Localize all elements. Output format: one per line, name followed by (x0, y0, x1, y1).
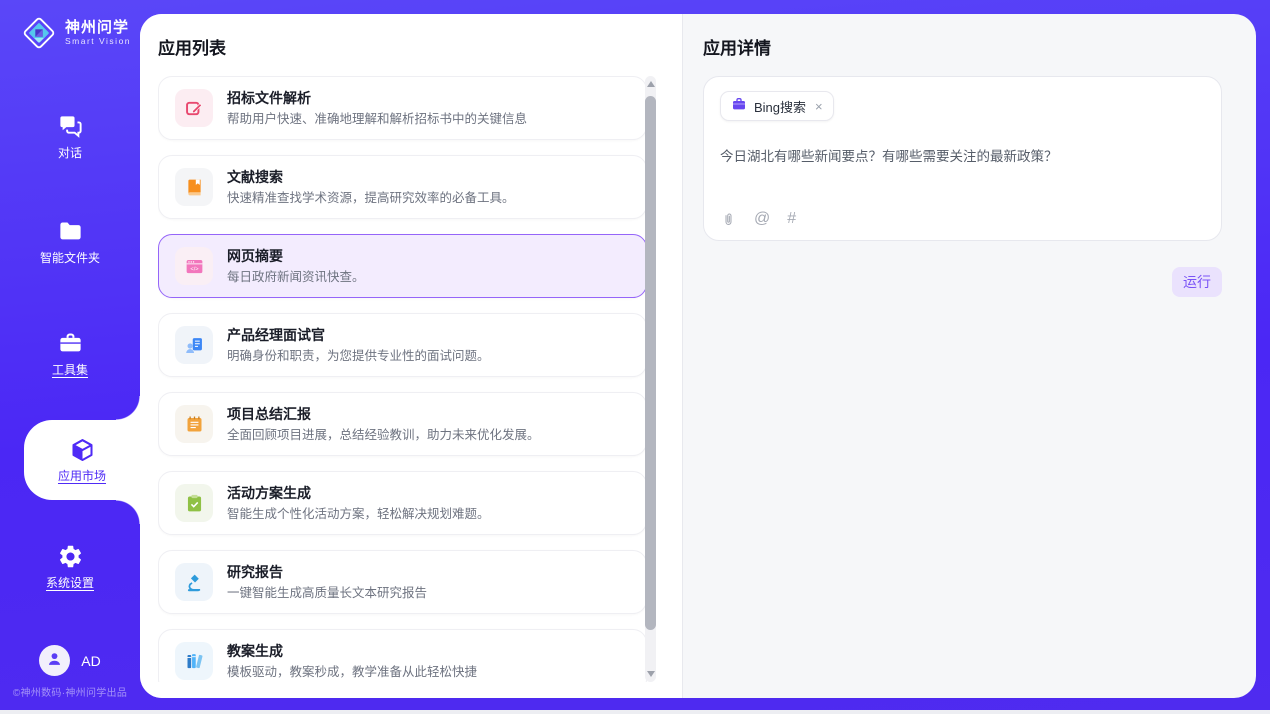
app-list-panel: 应用列表 招标文件解析帮助用户快速、准确地理解和解析招标书中的关键信息文献搜索快… (140, 14, 683, 698)
app-description: 快速精准查找学术资源，提高研究效率的必备工具。 (227, 191, 515, 206)
sidebar-item-label: 工具集 (52, 363, 88, 377)
note-icon (175, 405, 213, 443)
brand-diamond-icon (20, 14, 58, 52)
app-title: 产品经理面试官 (227, 327, 490, 344)
prompt-card: Bing搜索 × 今日湖北有哪些新闻要点？有哪些需要关注的最新政策？ @# (703, 76, 1222, 241)
doc-edit-icon (175, 89, 213, 127)
app-description: 全面回顾项目进展，总结经验教训，助力未来优化发展。 (227, 428, 540, 443)
app-card-clipboard[interactable]: 活动方案生成智能生成个性化活动方案，轻松解决规划难题。 (158, 471, 647, 535)
microscope-icon (175, 563, 213, 601)
user-icon (45, 649, 64, 673)
app-list-title: 应用列表 (158, 38, 682, 60)
app-title: 教案生成 (227, 643, 477, 660)
prompt-text[interactable]: 今日湖北有哪些新闻要点？有哪些需要关注的最新政策？ (720, 147, 1205, 166)
books-icon (175, 642, 213, 680)
interviewer-icon (175, 326, 213, 364)
app-card-microscope[interactable]: 研究报告一键智能生成高质量长文本研究报告 (158, 550, 647, 614)
app-title: 招标文件解析 (227, 90, 527, 107)
scroll-up-icon[interactable] (647, 81, 655, 87)
app-detail-panel: 应用详情 Bing搜索 × 今日湖北有哪些新闻要点？有哪些需要关注的最新政策？ … (683, 14, 1256, 698)
attachment-icon[interactable] (720, 211, 737, 228)
scroll-down-icon[interactable] (647, 671, 655, 677)
app-description: 每日政府新闻资讯快查。 (227, 270, 365, 285)
brand-subtitle: Smart Vision (65, 36, 131, 47)
brand-name: 神州问学 (65, 19, 131, 36)
app-title: 文献搜索 (227, 169, 515, 186)
app-card-webpage[interactable]: </> 网页摘要每日政府新闻资讯快查。 (158, 234, 647, 298)
gear-icon (57, 543, 84, 570)
copyright: ©神州数码·神州问学出品 (0, 684, 140, 699)
sidebar: 神州问学 Smart Vision 对话智能文件夹工具集应用市场系统设置 AD … (0, 0, 140, 710)
app-list: 招标文件解析帮助用户快速、准确地理解和解析招标书中的关键信息文献搜索快速精准查找… (158, 76, 647, 682)
sidebar-item-label: 应用市场 (58, 469, 106, 483)
brand-text: 神州问学 Smart Vision (65, 19, 131, 47)
app-description: 明确身份和职责，为您提供专业性的面试问题。 (227, 349, 490, 364)
app-title: 活动方案生成 (227, 485, 490, 502)
tool-chip-label: Bing搜索 (754, 97, 806, 116)
user-name: AD (81, 653, 100, 669)
cube-icon (69, 437, 96, 464)
sidebar-item-label: 智能文件夹 (40, 251, 100, 265)
chip-close-icon[interactable]: × (815, 99, 823, 114)
sidebar-item-label: 系统设置 (46, 576, 94, 590)
app-card-interviewer[interactable]: 产品经理面试官明确身份和职责，为您提供专业性的面试问题。 (158, 313, 647, 377)
toolbox-icon (57, 330, 84, 357)
app-description: 帮助用户快速、准确地理解和解析招标书中的关键信息 (227, 112, 527, 127)
app-card-book[interactable]: 文献搜索快速精准查找学术资源，提高研究效率的必备工具。 (158, 155, 647, 219)
hash-icon[interactable]: # (787, 210, 796, 228)
sidebar-item-chat[interactable]: 对话 (0, 113, 140, 160)
app-card-doc-edit[interactable]: 招标文件解析帮助用户快速、准确地理解和解析招标书中的关键信息 (158, 76, 647, 140)
composer-toolbar: @# (720, 210, 796, 228)
sidebar-item-folder[interactable]: 智能文件夹 (0, 218, 140, 265)
folder-icon (57, 218, 84, 245)
app-description: 智能生成个性化活动方案，轻松解决规划难题。 (227, 507, 490, 522)
main-content: 应用列表 招标文件解析帮助用户快速、准确地理解和解析招标书中的关键信息文献搜索快… (140, 14, 1256, 698)
webpage-icon: </> (175, 247, 213, 285)
avatar (39, 645, 70, 676)
app-card-note[interactable]: 项目总结汇报全面回顾项目进展，总结经验教训，助力未来优化发展。 (158, 392, 647, 456)
sidebar-item-toolbox[interactable]: 工具集 (0, 330, 140, 377)
app-description: 一键智能生成高质量长文本研究报告 (227, 586, 427, 601)
app-title: 网页摘要 (227, 248, 365, 265)
briefcase-icon (731, 96, 747, 117)
book-icon (175, 168, 213, 206)
scrollbar-thumb[interactable] (645, 96, 656, 630)
run-button[interactable]: 运行 (1172, 267, 1222, 297)
app-title: 研究报告 (227, 564, 427, 581)
scrollbar[interactable] (645, 76, 656, 682)
app-detail-title: 应用详情 (703, 38, 1222, 60)
chat-icon (57, 113, 84, 140)
svg-text:</>: </> (190, 266, 199, 272)
brand-logo: 神州问学 Smart Vision (20, 14, 131, 52)
run-row: 运行 (703, 267, 1222, 297)
tool-chip-bing[interactable]: Bing搜索 × (720, 91, 834, 121)
mention-icon[interactable]: @ (754, 210, 770, 228)
sidebar-item-label: 对话 (58, 146, 82, 160)
clipboard-icon (175, 484, 213, 522)
bottom-strip (0, 710, 1270, 714)
app-title: 项目总结汇报 (227, 406, 540, 423)
sidebar-item-gear[interactable]: 系统设置 (0, 543, 140, 590)
sidebar-item-cube[interactable]: 应用市场 (24, 420, 140, 500)
user-account[interactable]: AD (0, 645, 140, 676)
app-description: 模板驱动，教案秒成，教学准备从此轻松快捷 (227, 665, 477, 680)
app-card-books[interactable]: 教案生成模板驱动，教案秒成，教学准备从此轻松快捷 (158, 629, 647, 682)
app-window: 神州问学 Smart Vision 对话智能文件夹工具集应用市场系统设置 AD … (0, 0, 1270, 714)
